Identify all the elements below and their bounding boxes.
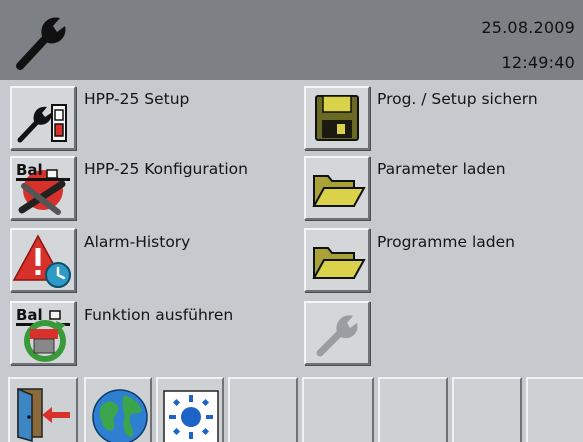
hpp25-konfiguration-button[interactable]: Bal — [10, 156, 76, 220]
baltec-tools-icon: Bal — [16, 161, 70, 215]
wrench-disabled-icon — [316, 315, 358, 357]
toolbar-empty-button-6[interactable] — [378, 377, 448, 442]
parameter-laden-button[interactable] — [304, 156, 370, 220]
alarm-warning-clock-icon — [12, 234, 71, 288]
toolbar-empty-button-7[interactable] — [452, 377, 522, 442]
hpp25-konfiguration-label: HPP-25 Konfiguration — [84, 160, 248, 178]
funktion-ausfuehren-button[interactable]: Bal — [10, 301, 76, 365]
exit-door-icon — [17, 387, 70, 442]
parameter-laden-label: Parameter laden — [377, 160, 506, 178]
folder-open-icon — [312, 247, 366, 279]
setup-wrench-icon — [17, 104, 67, 143]
brightness-sun-icon — [163, 390, 219, 442]
baltec-function-icon: Bal — [16, 306, 70, 362]
hpp25-setup-button[interactable] — [10, 86, 76, 150]
toolbar-empty-button-8[interactable] — [526, 377, 583, 442]
folder-open-icon — [312, 175, 366, 207]
header-bar: 25.08.2009 12:49:40 — [0, 0, 583, 80]
toolbar-empty-button-4[interactable] — [228, 377, 298, 442]
globe-icon — [92, 389, 148, 442]
hpp25-main-menu-screen: 25.08.2009 12:49:40 HPP-25 Setup Bal HPP… — [0, 0, 583, 442]
tools-button-disabled[interactable] — [304, 301, 370, 365]
baltec-logo-text: Bal — [16, 161, 43, 179]
wrench-icon — [16, 17, 66, 70]
exit-button[interactable] — [8, 377, 78, 442]
time-display: 12:49:40 — [501, 53, 575, 72]
language-button[interactable] — [84, 377, 152, 442]
programme-laden-button[interactable] — [304, 228, 370, 292]
alarm-history-button[interactable] — [10, 228, 76, 292]
prog-setup-sichern-label: Prog. / Setup sichern — [377, 90, 538, 108]
toolbar-empty-button-5[interactable] — [302, 377, 374, 442]
floppy-disk-icon — [315, 95, 359, 141]
alarm-history-label: Alarm-History — [84, 233, 191, 251]
prog-setup-sichern-button[interactable] — [304, 86, 370, 150]
programme-laden-label: Programme laden — [377, 233, 515, 251]
funktion-ausfuehren-label: Funktion ausführen — [84, 306, 234, 324]
brightness-button[interactable] — [156, 377, 224, 442]
hpp25-setup-label: HPP-25 Setup — [84, 90, 190, 108]
date-display: 25.08.2009 — [481, 18, 575, 37]
